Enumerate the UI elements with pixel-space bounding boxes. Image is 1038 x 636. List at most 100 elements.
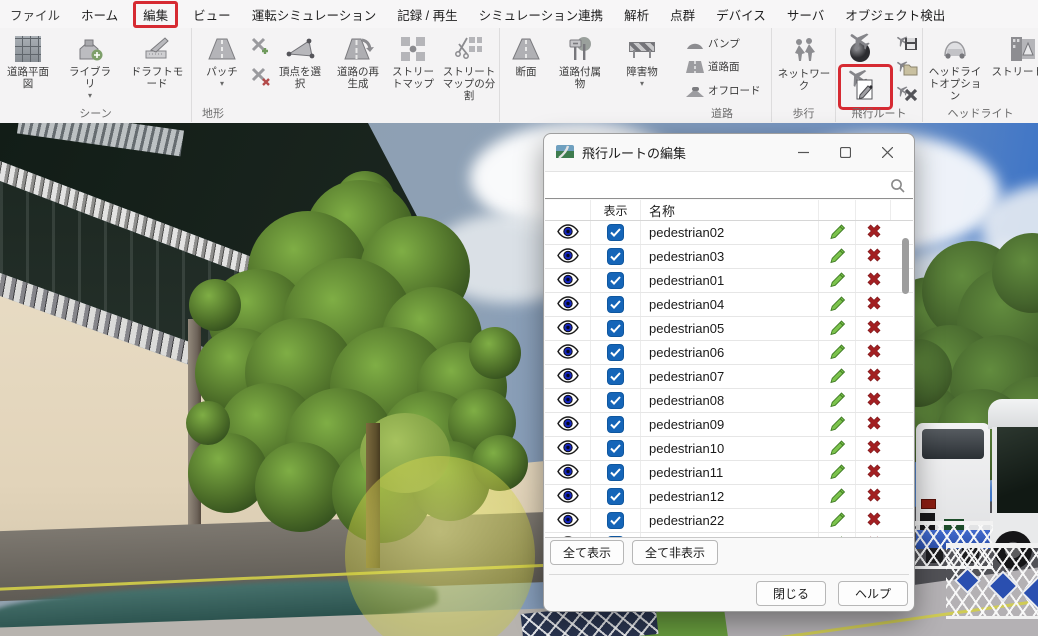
menu-driving-simulation[interactable]: 運転シミュレーション: [252, 5, 377, 24]
visible-checkbox[interactable]: [607, 224, 624, 241]
flight-route-row[interactable]: pedestrian11: [545, 461, 913, 485]
route-search-input[interactable]: [551, 174, 885, 196]
delete-icon[interactable]: [867, 272, 881, 289]
visible-checkbox[interactable]: [607, 392, 624, 409]
flight-route-row[interactable]: pedestrian22: [545, 509, 913, 533]
visibility-eye-icon[interactable]: [557, 512, 579, 530]
visibility-eye-icon[interactable]: [557, 440, 579, 458]
dropdown-arrow-icon[interactable]: ▾: [88, 91, 92, 100]
delete-icon[interactable]: [867, 488, 881, 505]
menu-simulation-link[interactable]: シミュレーション連携: [479, 5, 604, 24]
offroad-button[interactable]: オフロード: [686, 83, 761, 98]
visibility-eye-icon[interactable]: [557, 464, 579, 482]
draft-mode-button[interactable]: ドラフトモード: [128, 34, 186, 90]
edit-pencil-icon[interactable]: [829, 487, 846, 507]
show-all-button[interactable]: 全て表示: [550, 540, 624, 565]
road-plan-button[interactable]: 道路平面図: [4, 34, 52, 90]
delete-icon[interactable]: [867, 224, 881, 241]
help-button[interactable]: ヘルプ: [838, 581, 908, 606]
scrollbar-thumb[interactable]: [902, 238, 909, 294]
visible-checkbox[interactable]: [607, 320, 624, 337]
table-scrollbar[interactable]: [901, 224, 910, 524]
network-button[interactable]: ネットワーク: [776, 36, 832, 92]
flight-route-row[interactable]: pedestrian01: [545, 269, 913, 293]
regenerate-road-button[interactable]: 道路の再生成: [332, 34, 384, 90]
dropdown-arrow-icon[interactable]: ▾: [220, 79, 224, 88]
visible-checkbox[interactable]: [607, 464, 624, 481]
visible-checkbox[interactable]: [607, 344, 624, 361]
visibility-eye-icon[interactable]: [557, 416, 579, 434]
edit-pencil-icon[interactable]: [829, 511, 846, 531]
edit-pencil-icon[interactable]: [829, 223, 846, 243]
visibility-eye-icon[interactable]: [557, 344, 579, 362]
hide-all-button[interactable]: 全て非表示: [632, 540, 718, 565]
visibility-eye-icon[interactable]: [557, 320, 579, 338]
flight-route-row[interactable]: pedestrian04: [545, 293, 913, 317]
maximize-button[interactable]: [824, 137, 866, 167]
visibility-eye-icon[interactable]: [557, 488, 579, 506]
visibility-eye-icon[interactable]: [557, 272, 579, 290]
close-dialog-button[interactable]: 閉じる: [756, 581, 826, 606]
edit-pencil-icon[interactable]: [829, 439, 846, 459]
headlight-option-button[interactable]: ヘッドライトオプション: [925, 34, 985, 102]
visibility-eye-icon[interactable]: [557, 248, 579, 266]
menu-server[interactable]: サーバ: [787, 5, 824, 24]
flight-route-row[interactable]: pedestrian10: [545, 437, 913, 461]
visible-checkbox[interactable]: [607, 248, 624, 265]
menu-record-replay[interactable]: 記録 / 再生: [397, 5, 457, 24]
menu-object-detection[interactable]: オブジェクト検出: [845, 5, 945, 24]
delete-icon[interactable]: [867, 344, 881, 361]
minimize-button[interactable]: [782, 137, 824, 167]
road-attachments-button[interactable]: 道路付属物: [554, 34, 606, 90]
flight-route-row[interactable]: pedestrian08: [545, 389, 913, 413]
visible-checkbox[interactable]: [607, 440, 624, 457]
bump-button[interactable]: バンプ: [686, 36, 740, 51]
visible-checkbox[interactable]: [607, 416, 624, 433]
delete-vertex-button[interactable]: [250, 66, 270, 91]
edit-pencil-icon[interactable]: [829, 391, 846, 411]
flight-route-row[interactable]: pedestrian03: [545, 245, 913, 269]
visibility-eye-icon[interactable]: [557, 224, 579, 242]
flight-route-row[interactable]: pedestrian12: [545, 485, 913, 509]
flight-route-row[interactable]: pedestrian02: [545, 221, 913, 245]
dropdown-arrow-icon[interactable]: ▾: [640, 79, 644, 88]
visible-checkbox[interactable]: [607, 536, 624, 538]
menu-file[interactable]: ファイル: [10, 5, 60, 24]
menu-edit-highlighted[interactable]: 編集: [133, 1, 178, 28]
edit-pencil-icon[interactable]: [829, 319, 846, 339]
flight-route-row[interactable]: pedestrian06: [545, 341, 913, 365]
edit-pencil-icon[interactable]: [829, 271, 846, 291]
edit-pencil-icon[interactable]: [829, 343, 846, 363]
flight-route-row[interactable]: pedestrian09: [545, 413, 913, 437]
street-map-split-button[interactable]: ストリートマップの分割: [440, 34, 498, 102]
edit-pencil-icon[interactable]: [829, 367, 846, 387]
street-light-button[interactable]: ストリートラ: [991, 34, 1038, 78]
visibility-eye-icon[interactable]: [557, 296, 579, 314]
menu-analysis[interactable]: 解析: [624, 5, 649, 24]
menu-device[interactable]: デバイス: [716, 5, 766, 24]
visible-checkbox[interactable]: [607, 296, 624, 313]
delete-icon[interactable]: [867, 392, 881, 409]
library-button[interactable]: ライブラリ ▾: [64, 34, 116, 100]
edit-pencil-icon[interactable]: [829, 247, 846, 267]
cross-section-button[interactable]: 断面: [506, 34, 546, 78]
delete-flight-route-button[interactable]: [894, 82, 918, 107]
flight-route-row[interactable]: pedestrian07: [545, 365, 913, 389]
visible-checkbox[interactable]: [607, 488, 624, 505]
delete-icon[interactable]: [867, 512, 881, 529]
flight-route-row[interactable]: pedestrian23: [545, 533, 913, 538]
delete-icon[interactable]: [867, 536, 881, 538]
street-map-button[interactable]: ストリートマップ: [388, 34, 438, 90]
add-vertex-button[interactable]: [250, 36, 270, 61]
delete-icon[interactable]: [867, 416, 881, 433]
menu-point-cloud[interactable]: 点群: [670, 5, 695, 24]
open-flight-route-button[interactable]: [894, 57, 918, 82]
edit-pencil-icon[interactable]: [829, 535, 846, 539]
delete-icon[interactable]: [867, 296, 881, 313]
edit-pencil-icon[interactable]: [829, 295, 846, 315]
visibility-eye-icon[interactable]: [557, 392, 579, 410]
save-flight-route-button[interactable]: [894, 32, 918, 57]
select-vertex-button[interactable]: 頂点を選択: [274, 34, 326, 90]
visibility-eye-icon[interactable]: [557, 368, 579, 386]
visible-checkbox[interactable]: [607, 512, 624, 529]
